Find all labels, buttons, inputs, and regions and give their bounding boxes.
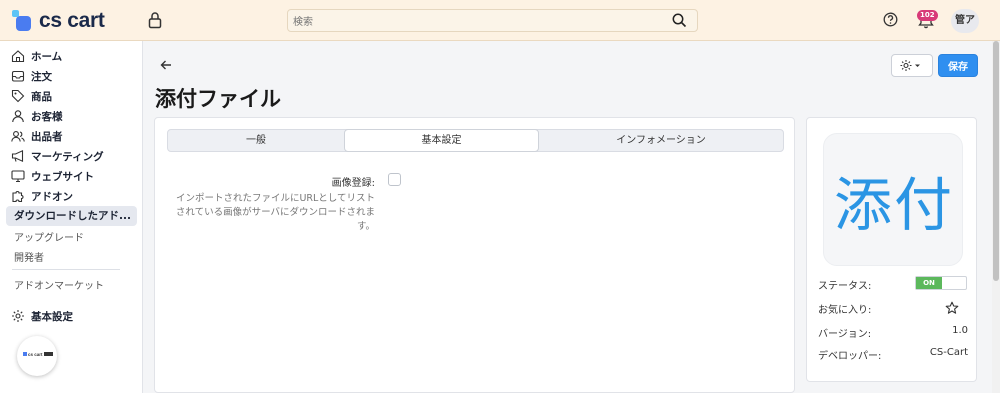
sidebar-item-developers[interactable]: 開発者 [14, 249, 44, 264]
sidebar-item-addon-market[interactable]: アドオンマーケット [14, 277, 104, 292]
sidebar-divider [12, 269, 120, 270]
inbox-icon [11, 70, 25, 82]
gear-icon [12, 310, 24, 322]
cs-cart-badge[interactable]: cs cart [17, 336, 57, 376]
sidebar-item-downloaded-addons[interactable]: ダウンロードしたアド... [6, 206, 137, 226]
version-value: 1.0 [952, 325, 968, 336]
sidebar-item-addons[interactable]: アドオン [0, 186, 143, 206]
sidebar-item-label: ホーム [31, 50, 63, 63]
gear-icon [900, 60, 920, 71]
back-arrow-icon[interactable] [159, 58, 173, 72]
sidebar: ホーム 注文 商品 お客様 出品者 マーケティング ウェブサイト アドオン ダウ… [0, 41, 143, 393]
image-import-label: 画像登録: [331, 178, 375, 189]
tab-bar: 一般 基本設定 インフォメーション [167, 129, 784, 152]
cs-cart-mini-logo: cs cart [23, 352, 53, 357]
sidebar-item-website[interactable]: ウェブサイト [0, 166, 143, 186]
status-toggle-on: ON [916, 277, 942, 289]
favorite-label: お気に入り: [818, 305, 872, 316]
version-label: バージョン: [818, 329, 872, 340]
page-title: 添付ファイル [155, 87, 281, 111]
sidebar-item-home[interactable]: ホーム [0, 46, 143, 66]
sidebar-item-upgrade[interactable]: アップグレード [14, 229, 84, 244]
sidebar-item-label: 注文 [31, 70, 52, 83]
search-input[interactable] [288, 12, 658, 33]
version-row: バージョン: 1.0 [818, 325, 968, 340]
developer-value: CS-Cart [929, 347, 968, 358]
notification-badge: 102 [917, 10, 938, 21]
sidebar-item-products[interactable]: 商品 [0, 86, 143, 106]
sidebar-item-customers[interactable]: お客様 [0, 106, 143, 126]
lock-icon[interactable] [148, 11, 162, 29]
addon-icon-text: 添付 [833, 171, 954, 239]
sidebar-item-marketing[interactable]: マーケティング [0, 146, 143, 166]
tab-settings[interactable]: 基本設定 [344, 129, 539, 152]
image-import-checkbox[interactable] [388, 173, 401, 186]
sidebar-item-label: マーケティング [31, 150, 104, 163]
avatar[interactable]: 管ア [951, 9, 979, 33]
sidebar-item-settings[interactable]: 基本設定 [0, 306, 143, 326]
search-box[interactable] [287, 9, 698, 33]
favorite-row: お気に入り: [818, 301, 968, 316]
save-button[interactable]: 保存 [938, 54, 978, 77]
star-icon[interactable] [945, 301, 959, 315]
logo-mark-icon [12, 10, 34, 32]
image-import-help: インポートされたファイルにURLとしてリストされている画像がサーバにダウンロード… [175, 193, 375, 232]
users-icon [11, 131, 25, 142]
monitor-icon [11, 170, 25, 183]
tab-information[interactable]: インフォメーション [539, 130, 783, 151]
search-icon[interactable] [672, 13, 687, 28]
home-icon [11, 50, 25, 63]
megaphone-icon [11, 149, 24, 163]
user-icon [12, 110, 24, 123]
puzzle-icon [12, 191, 24, 203]
sidebar-item-label: 基本設定 [31, 310, 73, 323]
page-scrollbar[interactable] [992, 41, 1000, 393]
scrollbar-thumb[interactable] [993, 41, 999, 281]
sidebar-item-label: アドオン [31, 190, 73, 203]
settings-dropdown-button[interactable] [891, 54, 933, 77]
developer-label: デベロッパー: [818, 351, 882, 362]
settings-card: 一般 基本設定 インフォメーション 画像登録: インポートされたファイルにURL… [154, 117, 795, 393]
logo[interactable]: cs cart [12, 9, 105, 33]
status-toggle[interactable]: ON [915, 276, 967, 290]
logo-text: cs cart [39, 9, 105, 32]
sidebar-item-label: 出品者 [31, 130, 63, 143]
help-icon[interactable] [883, 12, 898, 27]
sidebar-item-orders[interactable]: 注文 [0, 66, 143, 86]
tag-icon [11, 89, 25, 103]
developer-row: デベロッパー: CS-Cart [818, 347, 968, 362]
addon-info-panel: 添付 ステータス: ON お気に入り: バージョン: 1.0 デベロッパー: C… [806, 117, 977, 382]
sidebar-item-label: 商品 [31, 90, 52, 103]
sidebar-item-label: お客様 [31, 110, 63, 123]
tab-general[interactable]: 一般 [168, 130, 344, 151]
addon-icon: 添付 [823, 133, 963, 266]
status-label: ステータス: [818, 281, 872, 292]
sidebar-item-vendors[interactable]: 出品者 [0, 126, 143, 146]
sidebar-item-label: ウェブサイト [31, 170, 94, 183]
top-bar: cs cart 102 管ア [0, 0, 1000, 41]
